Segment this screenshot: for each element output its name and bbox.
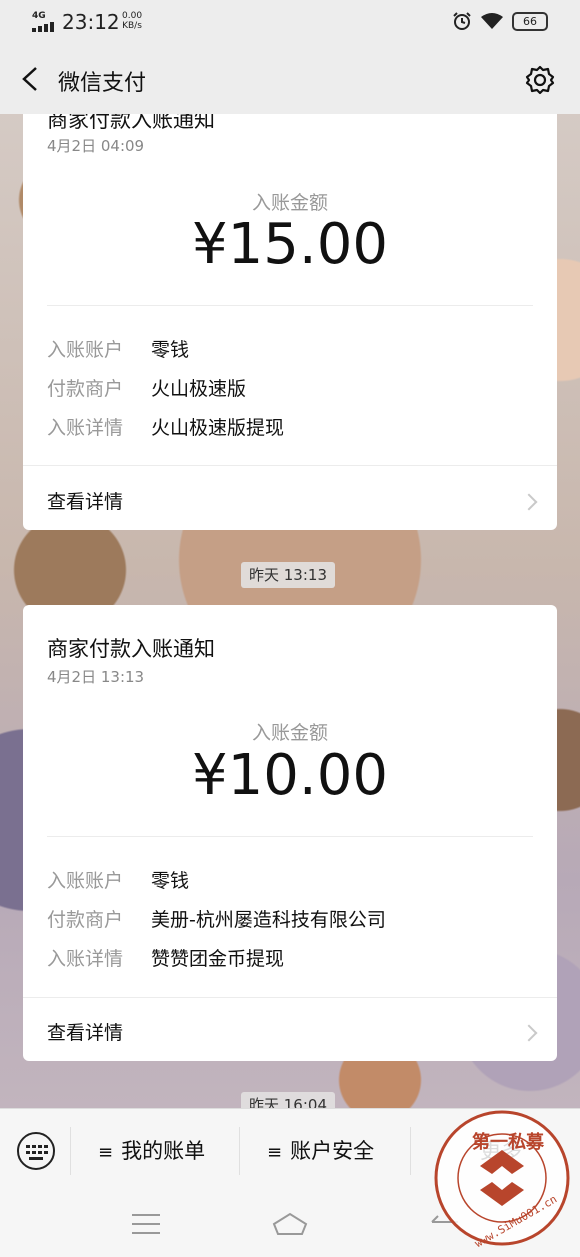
watermark-stamp: 第一私募 www.SiMu001.cn [432, 1108, 572, 1250]
amount-label: 入账金额 [251, 722, 328, 744]
menu-icon: ≡ [98, 1142, 114, 1163]
menu-divider [239, 1127, 240, 1175]
page-title: 微信支付 [58, 71, 147, 96]
info-row: 付款商户 火山极速版 [47, 378, 247, 400]
card-title: 商家付款入账通知 [47, 637, 215, 661]
amount-label: 入账金额 [251, 192, 328, 214]
nav-bar: 微信支付 [0, 46, 580, 114]
status-bar: 4G 23:12 0.00 KB/s 66 [0, 0, 580, 46]
timestamp-chip: 昨天 13:13 [241, 562, 335, 588]
card-date: 4月2日 13:13 [47, 668, 145, 686]
divider [23, 997, 557, 998]
info-row: 入账详情 赞赞团金币提现 [47, 948, 285, 970]
keyboard-icon[interactable] [17, 1132, 55, 1170]
chevron-right-icon [520, 493, 538, 511]
chevron-right-icon [520, 1024, 538, 1042]
divider [47, 836, 533, 837]
amount-value: ¥10.00 [192, 743, 388, 808]
back-arrow-icon[interactable] [18, 66, 44, 92]
gear-icon[interactable] [524, 64, 556, 96]
card-date: 4月2日 04:09 [47, 137, 145, 155]
menu-account-security[interactable]: ≡ 账户安全 [267, 1135, 374, 1165]
alarm-icon [453, 12, 471, 30]
payment-notification-card[interactable]: 商家付款入账通知 4月2日 04:09 入账金额 ¥15.00 入账账户 零钱 付… [23, 114, 557, 530]
menu-divider [410, 1127, 411, 1175]
menu-my-bills[interactable]: ≡ 我的账单 [98, 1135, 205, 1165]
payment-notification-card[interactable]: 商家付款入账通知 4月2日 13:13 入账金额 ¥10.00 入账账户 零钱 付… [23, 605, 557, 1061]
divider [47, 305, 533, 306]
wifi-icon [481, 13, 503, 29]
battery-indicator: 66 [512, 11, 548, 31]
card-title: 商家付款入账通知 [47, 114, 215, 132]
info-row: 付款商户 美册-杭州屡造科技有限公司 [47, 909, 386, 931]
home-icon[interactable] [272, 1210, 308, 1238]
view-details-link[interactable]: 查看详情 [47, 1018, 123, 1045]
view-details-link[interactable]: 查看详情 [47, 487, 123, 514]
status-time: 23:12 [62, 10, 120, 34]
message-list[interactable]: 商家付款入账通知 4月2日 04:09 入账金额 ¥15.00 入账账户 零钱 付… [0, 114, 580, 1108]
info-row: 入账详情 火山极速版提现 [47, 417, 285, 439]
menu-divider [70, 1127, 71, 1175]
signal-icon [32, 22, 56, 32]
network-type: 4G [32, 11, 46, 21]
status-icons: 66 [452, 11, 548, 31]
menu-icon: ≡ [267, 1142, 283, 1163]
recent-apps-icon[interactable] [132, 1214, 160, 1234]
network-speed: 0.00 KB/s [122, 11, 143, 31]
watermark-title: 第一私募 [472, 1131, 545, 1153]
info-row: 入账账户 零钱 [47, 339, 190, 361]
divider [23, 465, 557, 466]
info-row: 入账账户 零钱 [47, 870, 190, 892]
timestamp-chip: 昨天 16:04 [241, 1092, 335, 1108]
amount-value: ¥15.00 [192, 212, 388, 277]
